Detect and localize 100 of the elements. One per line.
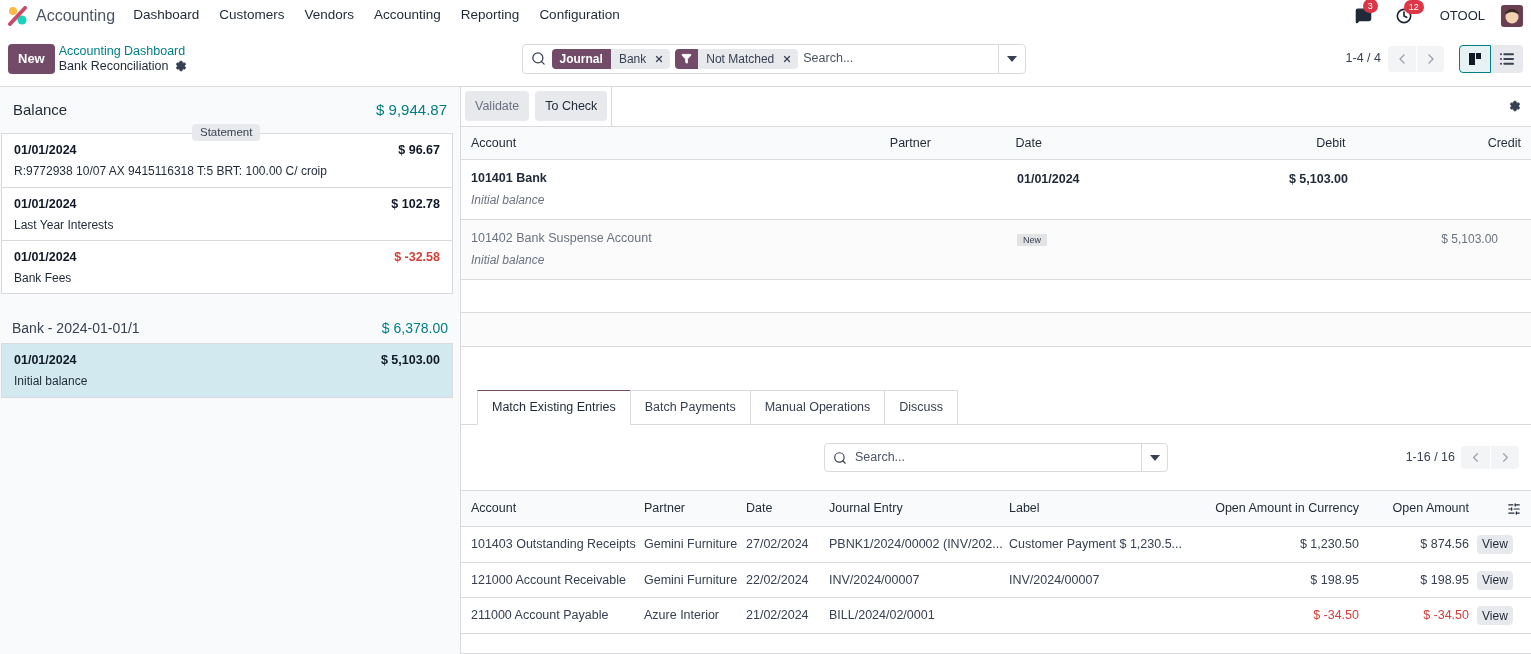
- table-cell: 21/02/2024: [746, 608, 809, 623]
- column-header: Label: [1009, 500, 1041, 518]
- view-button[interactable]: View: [1477, 570, 1513, 590]
- avatar-icon[interactable]: [1501, 4, 1523, 27]
- table-cell: INV/2024/00007: [829, 572, 920, 587]
- new-badge: New: [1017, 233, 1047, 246]
- search-input[interactable]: Search...: [855, 448, 1141, 468]
- new-button[interactable]: New: [8, 43, 55, 74]
- line-amount: $ 5,103.00: [380, 352, 440, 369]
- table-cell: $ 198.95: [1420, 572, 1469, 587]
- statement-title[interactable]: Bank - 2024-01-01/1: [12, 317, 140, 339]
- to-check-button[interactable]: To Check: [535, 91, 608, 122]
- debit-cell: $ 5,103.00: [1288, 172, 1348, 187]
- column-header: Open Amount: [1391, 500, 1469, 518]
- view-button[interactable]: View: [1477, 534, 1513, 554]
- search-facet[interactable]: Journal Bank: [551, 48, 671, 69]
- date-cell: 01/01/2024: [1017, 172, 1080, 187]
- menu-item[interactable]: Customers: [209, 5, 295, 26]
- line-label: Bank Fees: [14, 269, 73, 287]
- column-header: Partner: [644, 500, 686, 518]
- line-label: Last Year Interests: [14, 216, 115, 234]
- column-header: Debit: [1315, 134, 1346, 152]
- line-label: R:9772938 10/07 AX 9415116318 T:5 BRT: 100.00 C/ croip: [14, 162, 328, 180]
- kanban-icon: [1468, 51, 1482, 66]
- column-header: Date: [746, 500, 774, 518]
- tab[interactable]: Batch Payments: [629, 389, 751, 425]
- line-date: 01/01/2024: [14, 352, 77, 369]
- search-icon: [833, 450, 847, 465]
- tab[interactable]: Discuss: [884, 389, 959, 425]
- settings-icon[interactable]: [1509, 100, 1521, 113]
- search-input[interactable]: Search...: [803, 49, 998, 68]
- notification-badge: 3: [1362, 0, 1378, 13]
- list-view-button[interactable]: [1491, 44, 1523, 73]
- column-header: Credit: [1486, 134, 1521, 152]
- line-label: Initial balance: [14, 372, 89, 390]
- table-cell: 22/02/2024: [746, 572, 809, 587]
- pager-value: 1-4 / 4: [1345, 50, 1381, 68]
- search-icon: [530, 51, 546, 66]
- menu-item[interactable]: Vendors: [294, 5, 365, 26]
- column-header: Partner: [889, 134, 932, 152]
- line-amount: $ -32.58: [394, 249, 440, 266]
- line-label: Initial balance: [471, 251, 545, 269]
- dropdown-icon: [1149, 454, 1160, 461]
- table-cell: Gemini Furniture: [644, 572, 738, 587]
- remove-icon[interactable]: [782, 53, 793, 64]
- table-cell: $ 874.56: [1420, 537, 1469, 552]
- table-cell: PBNK1/2024/00002 (INV/202...: [829, 537, 1003, 552]
- account-cell-text: 101401 Bank: [471, 170, 547, 188]
- column-header: Journal Entry: [829, 500, 904, 518]
- table-cell: $ 198.95: [1310, 572, 1359, 587]
- company-name[interactable]: OTOOL: [1439, 5, 1485, 26]
- page-title: Bank Reconciliation: [58, 58, 169, 74]
- kanban-view-button[interactable]: [1459, 44, 1491, 73]
- line-date: 01/01/2024: [14, 249, 77, 266]
- notification-badge: 12: [1403, 0, 1424, 14]
- app-logo-icon[interactable]: [8, 5, 28, 26]
- menu-item[interactable]: Reporting: [450, 5, 530, 26]
- table-cell: 27/02/2024: [746, 537, 809, 552]
- search-field[interactable]: Journal Bank Not Matched Search...: [521, 43, 1026, 74]
- table-cell: 121000 Account Receivable: [471, 572, 626, 587]
- pager-value: 1-16 / 16: [1405, 449, 1455, 467]
- view-button[interactable]: View: [1477, 606, 1513, 626]
- table-cell: $ 1,230.50: [1299, 537, 1359, 552]
- column-header: Open Amount in Currency: [1214, 500, 1359, 518]
- table-cell: BILL/2024/02/0001: [829, 608, 935, 623]
- menu-item[interactable]: Dashboard: [123, 5, 210, 26]
- breadcrumb-link[interactable]: Accounting Dashboard: [58, 43, 187, 59]
- remove-icon[interactable]: [654, 53, 665, 64]
- table-cell: Azure Interior: [644, 608, 720, 623]
- table-cell: Customer Payment $ 1,230.5...: [1009, 537, 1182, 552]
- table-cell: 211000 Account Payable: [471, 608, 609, 623]
- line-amount: $ 102.78: [391, 196, 440, 213]
- column-header: Date: [1015, 134, 1043, 152]
- filter-icon: [681, 53, 693, 64]
- balance-label: Balance: [13, 99, 68, 120]
- validate-button[interactable]: Validate: [465, 91, 530, 122]
- account-cell-text: 101402 Bank Suspense Account: [471, 229, 652, 247]
- column-header: Account: [471, 134, 518, 152]
- line-amount: $ 96.67: [398, 142, 440, 159]
- table-cell: INV/2024/00007: [1009, 572, 1100, 587]
- table-cell: 101403 Outstanding Receipts: [471, 537, 636, 552]
- search-field[interactable]: Search...: [824, 443, 1168, 473]
- table-cell: Gemini Furniture: [644, 537, 738, 552]
- column-header: Account: [471, 500, 518, 518]
- dropdown-icon: [1006, 55, 1017, 62]
- statement-badge: Statement: [192, 124, 261, 141]
- search-facet[interactable]: Not Matched: [675, 48, 799, 69]
- line-label: Initial balance: [471, 192, 545, 210]
- menu-item[interactable]: Accounting: [364, 5, 451, 26]
- app-name[interactable]: Accounting: [36, 3, 116, 28]
- settings-icon[interactable]: [174, 60, 187, 72]
- table-cell: $ -34.50: [1423, 608, 1469, 623]
- menu-item[interactable]: Configuration: [529, 5, 630, 26]
- table-cell: $ -34.50: [1313, 608, 1359, 623]
- column-options-icon[interactable]: [1507, 501, 1521, 516]
- line-date: 01/01/2024: [14, 142, 77, 159]
- balance-amount: $ 9,944.87: [376, 99, 447, 120]
- list-icon: [1499, 50, 1515, 67]
- credit-cell: $ 5,103.00: [1441, 231, 1498, 246]
- tab[interactable]: Match Existing Entries: [477, 389, 631, 425]
